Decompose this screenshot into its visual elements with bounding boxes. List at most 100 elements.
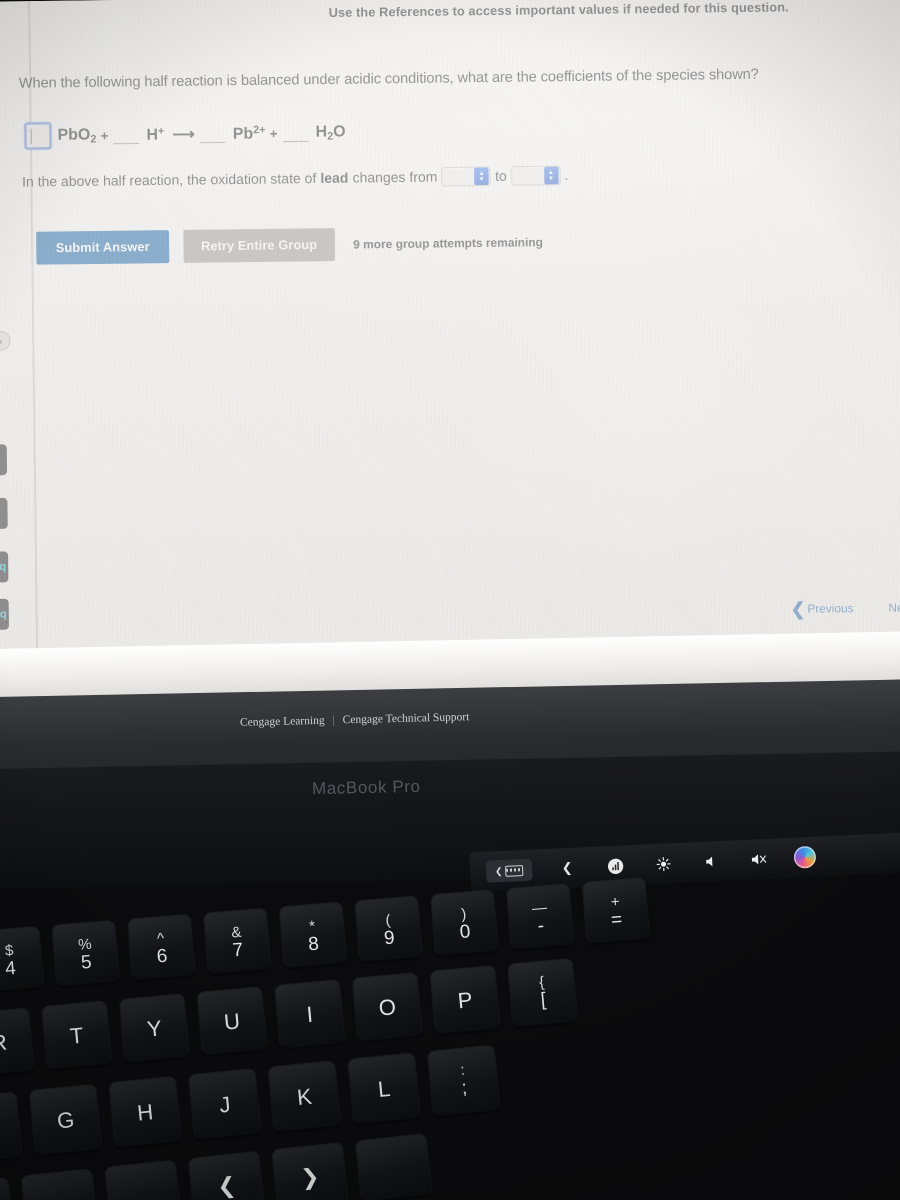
key-label: 9 — [383, 927, 396, 950]
key-J[interactable]: J — [188, 1069, 261, 1140]
key-T[interactable]: T — [41, 1001, 112, 1069]
brightness-icon[interactable] — [650, 853, 677, 874]
key-label: - — [536, 915, 545, 937]
sidebar-tab-2[interactable] — [0, 497, 8, 530]
chevron-left-icon-tb: ❮ — [494, 865, 503, 876]
speaker-mute-icon-svg — [751, 854, 767, 865]
key-P[interactable]: P — [430, 966, 500, 1034]
key-upper-label: ^ — [156, 929, 165, 948]
key-1[interactable] — [0, 1178, 14, 1200]
key-label: P — [456, 986, 474, 1013]
key-7[interactable]: & 7 — [203, 908, 271, 974]
key-label: Y — [145, 1014, 163, 1042]
retry-entire-group-button[interactable]: Retry Entire Group — [183, 228, 335, 263]
sidebar-tab-4[interactable]: eq — [0, 598, 9, 630]
key-[[interactable]: {[ — [508, 958, 578, 1027]
oxidation-text-before: In the above half reaction, the oxidatio… — [21, 170, 317, 190]
key-6[interactable] — [355, 1134, 432, 1200]
key-Y[interactable]: Y — [119, 994, 189, 1062]
coefficient-input-h[interactable] — [113, 125, 140, 145]
key-H[interactable]: H — [109, 1076, 182, 1147]
key-upper-label: & — [230, 923, 243, 942]
stepper-icon-to[interactable]: ▲ ▼ — [543, 166, 559, 185]
laptop-keyboard: #3$4%5^6&7*8(9)0—-+= ERTYUIOP{[ DFGHJKL:… — [0, 878, 900, 1200]
key-label: ❮ — [216, 1171, 238, 1199]
oxidation-from-select[interactable]: ▲ ▼ — [441, 166, 492, 187]
coefficient-input-pbo2[interactable] — [24, 122, 52, 150]
question-navigation: ❮ Previous Next ❯ — [791, 598, 900, 620]
oxidation-text-middle: changes from — [352, 169, 438, 186]
key-upper-label: ) — [460, 905, 467, 923]
question-prompt: When the following half reaction is bala… — [18, 66, 759, 92]
chevron-left-expand-icon[interactable]: ❮ — [554, 857, 581, 878]
key-2[interactable] — [21, 1169, 98, 1200]
key-G[interactable]: G — [29, 1084, 102, 1155]
sidebar-tab-1[interactable] — [0, 444, 8, 476]
key-label: U — [222, 1007, 242, 1035]
key-upper-label: * — [308, 917, 316, 936]
key-R[interactable]: R — [0, 1008, 34, 1076]
assignment-page: Use the References to access important v… — [0, 0, 900, 682]
key-I[interactable]: I — [275, 980, 345, 1048]
attempts-remaining-text: 9 more group attempts remaining — [353, 235, 544, 252]
key-label: I — [305, 1001, 314, 1027]
coefficient-input-pb2[interactable] — [199, 124, 226, 144]
key-label: 5 — [80, 951, 93, 974]
key-K[interactable]: K — [268, 1061, 341, 1132]
key-;[interactable]: :; — [427, 1045, 500, 1116]
laptop-photo: Use the References to access important v… — [0, 0, 900, 1200]
volume-down-icon[interactable] — [698, 851, 725, 872]
mute-icon[interactable] — [745, 849, 772, 870]
key-label: H — [136, 1098, 155, 1126]
key-label: R — [0, 1029, 9, 1056]
key-❯[interactable]: ❯ — [272, 1142, 349, 1200]
key-O[interactable]: O — [352, 973, 423, 1041]
formula-pbo2: PbO2 — [57, 125, 97, 146]
key-label: 7 — [231, 939, 244, 962]
formula-pb-2plus: Pb2+ — [232, 123, 266, 143]
key-8[interactable]: * 8 — [279, 902, 347, 968]
key-3[interactable] — [105, 1160, 181, 1200]
speaker-icon-svg — [705, 856, 712, 867]
siri-icon[interactable] — [793, 845, 817, 869]
key--[interactable]: — - — [506, 884, 574, 950]
key-upper-label: + — [610, 893, 621, 911]
key-=[interactable]: + = — [582, 878, 650, 943]
key-label: ; — [460, 1077, 469, 1099]
oxidation-period: . — [564, 167, 569, 184]
key-upper-label: { — [538, 973, 546, 991]
key-label: 8 — [307, 933, 320, 956]
submit-answer-button[interactable]: Submit Answer — [36, 230, 170, 265]
previous-label: Previous — [807, 602, 854, 616]
stepper-icon-from[interactable]: ▲ ▼ — [474, 167, 489, 186]
key-F[interactable]: F — [0, 1092, 22, 1163]
key-label: ❯ — [299, 1163, 321, 1190]
cengage-learning-link[interactable]: Cengage Learning — [240, 715, 325, 729]
previous-link[interactable]: ❮ Previous — [791, 599, 854, 620]
formula-h2o: H2O — [315, 122, 346, 143]
key-9[interactable]: (9 — [355, 896, 422, 962]
key-label: O — [377, 993, 398, 1021]
key-label: K — [295, 1083, 313, 1110]
coefficient-input-h2o[interactable] — [282, 123, 309, 143]
key-4[interactable]: $4 — [0, 926, 44, 992]
chevron-left-icon: ❮ — [790, 599, 806, 620]
sidebar-tab-3[interactable]: q — [0, 551, 9, 583]
reaction-arrow: ⟶ — [172, 125, 193, 144]
key-5[interactable]: % 5 — [52, 920, 119, 986]
key-label: 0 — [459, 921, 472, 944]
references-banner: Use the References to access important v… — [328, 0, 789, 21]
sun-icon-svg — [656, 856, 671, 871]
keyboard-icon — [505, 864, 524, 877]
media-playback-icon[interactable] — [602, 855, 629, 876]
key-U[interactable]: U — [197, 987, 267, 1055]
key-❮[interactable]: ❮ — [188, 1151, 265, 1200]
next-link[interactable]: Next ❯ — [888, 598, 900, 619]
oxidation-to-select[interactable]: ▲ ▼ — [510, 165, 561, 186]
laptop-screen: Use the References to access important v… — [0, 0, 900, 694]
key-L[interactable]: L — [348, 1053, 421, 1124]
balance-equation: PbO2 + H+ ⟶ Pb2+ + H2O — [24, 119, 348, 150]
key-0[interactable]: ) 0 — [431, 890, 498, 956]
key-6[interactable]: ^ 6 — [128, 914, 195, 980]
key-upper-label: $ — [4, 942, 15, 960]
